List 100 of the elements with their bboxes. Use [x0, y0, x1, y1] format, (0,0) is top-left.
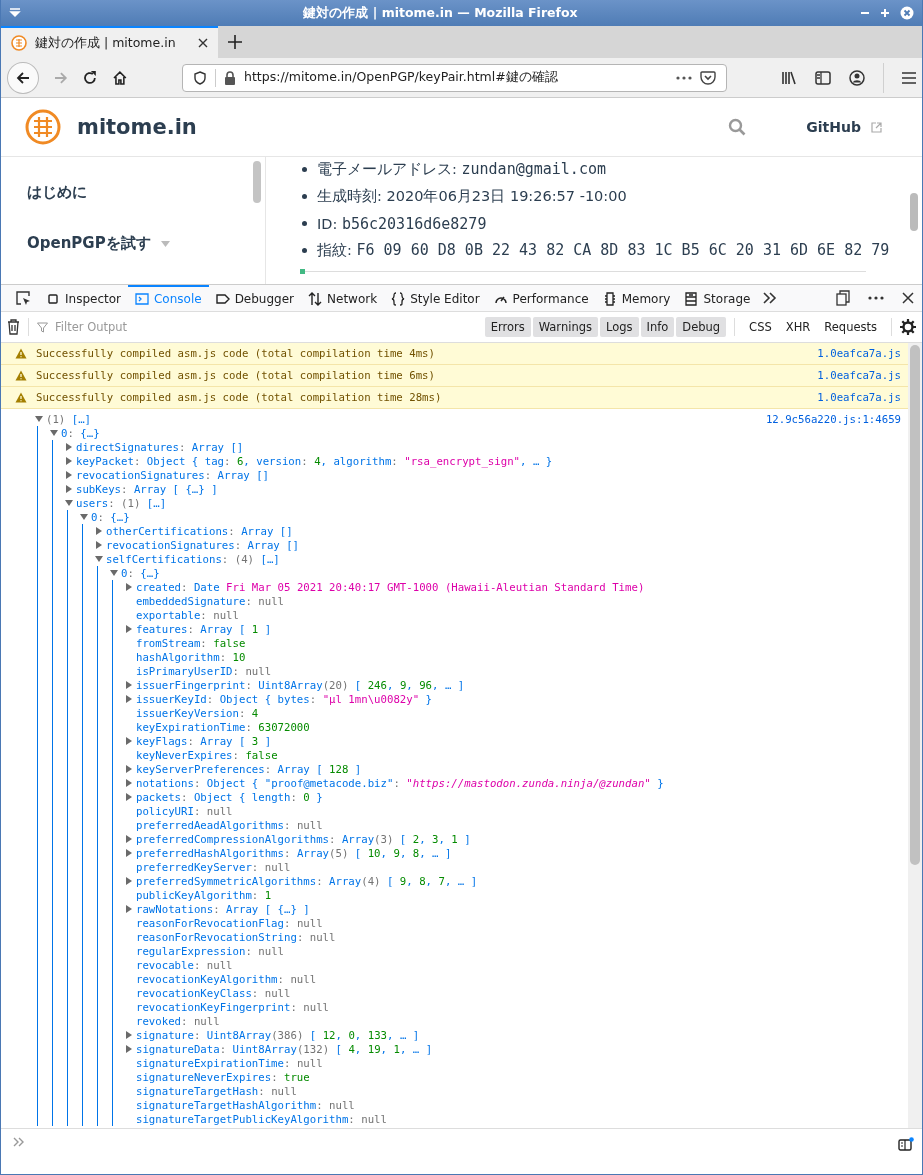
library-icon[interactable]: [781, 69, 798, 86]
sidebar-toggle-icon[interactable]: [898, 1137, 914, 1151]
scrollbar[interactable]: [910, 193, 918, 231]
filter-toggle-button[interactable]: Logs: [599, 317, 639, 337]
object-property: 0: {…}: [121, 566, 160, 580]
object-property: publicKeyAlgorithm: 1: [136, 888, 272, 902]
filter-toggle-button[interactable]: Info: [640, 317, 675, 337]
close-icon[interactable]: [902, 292, 914, 304]
object-property: preferredKeyServer: null: [136, 860, 291, 874]
devtools-tab[interactable]: Performance: [486, 285, 596, 311]
object-property: issuerKeyVersion: 4: [136, 706, 259, 720]
object-property: exportable: null: [136, 608, 239, 622]
object-property: subKeys: Array [ {…} ]: [76, 482, 218, 496]
object-property: users: (1) […]: [76, 496, 167, 510]
filter-icon: [37, 321, 48, 333]
chip-icon: [602, 292, 617, 306]
browser-tab[interactable]: 鍵対の作成 | mitome.in: [1, 26, 218, 58]
site-name[interactable]: mitome.in: [77, 115, 197, 139]
devtools-tab[interactable]: Console: [128, 285, 209, 311]
object-property: fromStream: false: [136, 636, 246, 650]
info-item: 指紋: F6 09 60 D8 0B 22 43 82 CA 8D 83 1C B5 6C 20 31 6D 6E 82 79: [317, 241, 890, 260]
sidebar-item[interactable]: OpenPGPを試す: [27, 234, 170, 253]
object-property: keyServerPreferences: Array [ 128 ]: [136, 762, 362, 776]
object-property: issuerFingerprint: Uint8Array(20) [ 246, 9, 96, … ]: [136, 678, 465, 692]
element-picker-icon[interactable]: [15, 290, 31, 306]
settings-icon[interactable]: [900, 319, 916, 335]
pocket-icon[interactable]: [700, 70, 717, 85]
reload-icon[interactable]: [82, 69, 99, 86]
object-property: (1) […]: [46, 412, 92, 426]
block-edge-marker: [300, 269, 305, 274]
filter-toggle-button[interactable]: Requests: [818, 317, 883, 337]
more-tabs-icon[interactable]: [763, 292, 778, 304]
menu-icon[interactable]: [902, 71, 917, 84]
warning-icon: [15, 348, 27, 359]
filter-field[interactable]: Filter Output: [53, 319, 477, 335]
maximize-icon[interactable]: [880, 8, 890, 18]
object-property: signatureExpirationTime: null: [136, 1056, 323, 1070]
object-property: revocationKeyFingerprint: null: [136, 1000, 330, 1014]
devtools-tab[interactable]: Style Editor: [384, 285, 487, 311]
object-property: selfCertifications: (4) […]: [106, 552, 280, 566]
shield-icon: [193, 70, 207, 85]
object-property: keyNeverExpires: false: [136, 748, 278, 762]
source-link[interactable]: 1.0eafca7a.js: [817, 347, 901, 360]
source-link[interactable]: 12.9c56a220.js:1:4659: [765, 412, 901, 426]
trash-icon[interactable]: [7, 319, 20, 335]
stamp-logo-icon: [11, 35, 27, 51]
object-property: 0: {…}: [61, 426, 100, 440]
account-icon[interactable]: [849, 69, 866, 86]
message-text: Successfully compiled asm.js code (total compilation time 4ms): [36, 347, 436, 360]
filter-toggle-button[interactable]: Errors: [484, 317, 531, 337]
filter-toggle-button[interactable]: Warnings: [532, 317, 598, 337]
filter-toggle-button[interactable]: CSS: [743, 317, 778, 337]
info-item: 電子メールアドレス: zundan@gmail.com: [317, 160, 606, 179]
object-property: created: Date Fri Mar 05 2021 20:40:17 GMT-1000 (Hawaii-Aleutian Standard Time): [136, 580, 645, 594]
filter-toggle-button[interactable]: Debug: [676, 317, 727, 337]
object-property: otherCertifications: Array []: [106, 524, 293, 538]
devtools-tab[interactable]: Memory: [595, 285, 678, 311]
scrollbar[interactable]: [253, 161, 261, 203]
prompt-icon[interactable]: [13, 1137, 25, 1147]
search-icon[interactable]: [728, 118, 747, 136]
object-property: signature: Uint8Array(386) [ 12, 0, 133, … ]: [136, 1028, 420, 1042]
window-menu-icon[interactable]: [9, 8, 21, 18]
devtools-tab[interactable]: Network: [301, 285, 385, 311]
object-property: isPrimaryUserID: null: [136, 664, 272, 678]
more-icon[interactable]: [868, 296, 884, 300]
bullet-icon: [302, 221, 307, 226]
source-link[interactable]: 1.0eafca7a.js: [817, 369, 901, 382]
scrollbar[interactable]: [910, 345, 920, 865]
new-tab-icon[interactable]: [228, 35, 242, 49]
dock-icon[interactable]: [836, 290, 850, 306]
object-property: preferredCompressionAlgorithms: Array(3) [ 2, 3, 1 ]: [136, 832, 471, 846]
object-property: preferredSymmetricAlgorithms: Array(4) [ 9, 8, 7, … ]: [136, 874, 478, 888]
filter-toggle-button[interactable]: XHR: [779, 317, 817, 337]
object-property: revocationSignatures: Array []: [106, 538, 300, 552]
object-property: signatureTargetHashAlgorithm: null: [136, 1098, 355, 1112]
devtools-tab[interactable]: Inspector: [39, 285, 128, 311]
sidebar-item[interactable]: はじめに: [27, 183, 87, 202]
object-property: notations: Object { "proof@metacode.biz": "https://mastodon.zunda.ninja/@zundan" }: [136, 776, 664, 790]
sidebar-icon[interactable]: [815, 70, 832, 85]
more-icon[interactable]: [676, 75, 693, 80]
info-item: ID: b56c20316d6e8279: [317, 214, 487, 233]
close-tab-icon[interactable]: [198, 38, 208, 48]
message-text: Successfully compiled asm.js code (total compilation time 28ms): [36, 391, 443, 404]
object-property: reasonForRevocationFlag: null: [136, 916, 323, 930]
devtools-tab[interactable]: Storage: [677, 285, 758, 311]
braces-icon: [391, 292, 406, 306]
list-icon: [684, 292, 699, 306]
object-property: keyPacket: Object { tag: 6, version: 4, algorithm: "rsa_encrypt_sign", … }: [76, 454, 553, 468]
bullet-icon: [302, 194, 307, 199]
lock-icon: [224, 70, 236, 85]
github-link[interactable]: GitHub: [806, 119, 861, 135]
stamp-logo-icon: [25, 109, 61, 145]
address-bar[interactable]: https://mitome.in/OpenPGP/keyPair.html#鍵の確認: [182, 63, 728, 92]
source-link[interactable]: 1.0eafca7a.js: [817, 391, 901, 404]
home-icon[interactable]: [112, 69, 128, 86]
back-button[interactable]: [7, 61, 39, 94]
arrows-icon: [308, 292, 323, 306]
object-property: features: Array [ 1 ]: [136, 622, 272, 636]
object-property: issuerKeyId: Object { bytes: "µl 1mn\u0082y" }: [136, 692, 433, 706]
devtools-tab[interactable]: Debugger: [208, 285, 302, 311]
